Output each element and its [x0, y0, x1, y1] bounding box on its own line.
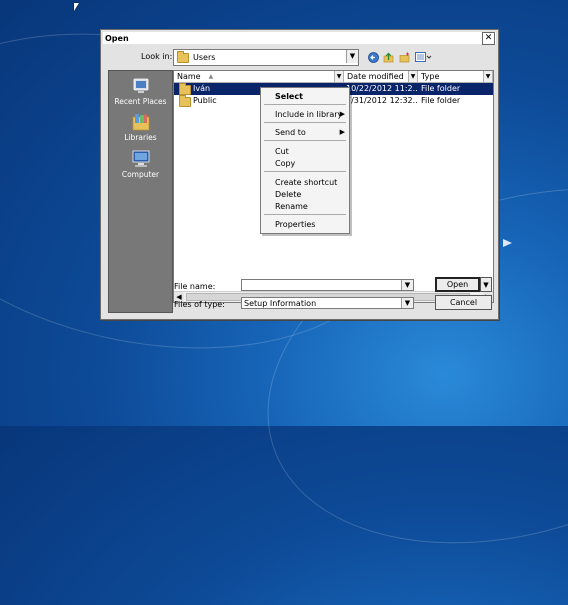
look-in-value: Users: [193, 53, 216, 62]
place-label: Libraries: [124, 133, 157, 142]
libraries-icon: [131, 113, 151, 131]
sort-ascending-icon: ▲: [208, 73, 214, 80]
column-header-type[interactable]: Type ▼: [418, 71, 493, 83]
menu-item-select[interactable]: Select: [261, 91, 349, 102]
title-bar[interactable]: Open ✕: [103, 32, 496, 45]
look-in-dropdown[interactable]: Users ▼: [173, 49, 359, 66]
menu-item-copy[interactable]: Copy: [261, 158, 349, 169]
context-menu: Select Include in library ▶ Send to ▶ Cut …: [260, 87, 350, 234]
chevron-down-icon[interactable]: ▼: [408, 71, 417, 82]
menu-item-rename[interactable]: Rename: [261, 201, 349, 212]
menu-separator: [264, 122, 346, 123]
submenu-arrow-icon: ▶: [339, 110, 345, 118]
back-icon[interactable]: [367, 51, 380, 63]
wallpaper-bird-shape: [503, 239, 512, 247]
chevron-down-icon[interactable]: ▼: [483, 71, 492, 82]
chevron-down-icon[interactable]: ▼: [401, 298, 413, 308]
menu-separator: [264, 104, 346, 105]
file-date-cell: 10/22/2012 11:2...: [346, 84, 417, 93]
open-button-label: Open: [446, 280, 469, 289]
column-name-label: Name: [177, 72, 201, 81]
open-options-button[interactable]: ▼: [480, 277, 492, 292]
chevron-down-icon: ▼: [483, 280, 489, 289]
files-of-type-value: Setup Information: [244, 298, 317, 308]
menu-item-delete[interactable]: Delete: [261, 189, 349, 200]
place-libraries[interactable]: Libraries: [109, 113, 172, 142]
close-button[interactable]: ✕: [482, 32, 495, 45]
menu-item-properties[interactable]: Properties: [261, 219, 349, 230]
column-header-date[interactable]: Date modified ▼: [344, 71, 418, 83]
places-bar: Recent Places Libraries Computer: [108, 70, 173, 313]
folder-icon: [179, 83, 191, 95]
file-date-cell: 7/31/2012 12:32...: [346, 96, 417, 105]
menu-item-create-shortcut[interactable]: Create shortcut: [261, 177, 349, 188]
recent-places-icon: [131, 77, 151, 95]
up-folder-icon[interactable]: [382, 51, 395, 63]
chevron-down-icon[interactable]: ▼: [334, 71, 343, 82]
dialog-title: Open: [105, 33, 129, 43]
computer-icon: [131, 150, 151, 168]
open-button[interactable]: Open: [435, 277, 480, 292]
files-of-type-label: Files of type:: [174, 300, 225, 309]
files-of-type-dropdown[interactable]: Setup Information ▼: [241, 297, 414, 309]
new-folder-icon[interactable]: [398, 51, 411, 63]
place-label: Computer: [121, 170, 160, 179]
menu-separator: [264, 171, 346, 172]
place-computer[interactable]: Computer: [109, 150, 172, 179]
menu-item-send-to[interactable]: Send to ▶: [261, 127, 349, 138]
folder-icon: [177, 50, 189, 63]
place-label: Recent Places: [114, 97, 167, 106]
menu-separator: [264, 214, 346, 215]
file-type-cell: File folder: [421, 96, 461, 105]
column-header-name[interactable]: Name ▲ ▼: [174, 71, 344, 83]
cancel-button[interactable]: Cancel: [435, 295, 492, 310]
chevron-down-icon[interactable]: ▼: [401, 280, 413, 290]
file-type-cell: File folder: [421, 84, 461, 93]
chevron-down-icon[interactable]: ▼: [346, 50, 358, 63]
look-in-label: Look in:: [141, 52, 173, 61]
column-date-label: Date modified: [347, 72, 404, 81]
menu-item-cut[interactable]: Cut: [261, 146, 349, 157]
view-menu-icon[interactable]: [414, 51, 432, 63]
cancel-button-label: Cancel: [449, 298, 478, 307]
place-recent-places[interactable]: Recent Places: [109, 77, 172, 106]
menu-item-include-in-library[interactable]: Include in library ▶: [261, 109, 349, 120]
submenu-arrow-icon: ▶: [339, 128, 345, 136]
file-name-field[interactable]: ▼: [241, 279, 414, 291]
file-name-label: File name:: [174, 282, 216, 291]
menu-separator: [264, 140, 346, 141]
folder-icon: [179, 95, 191, 107]
mouse-cursor: [74, 3, 79, 11]
column-type-label: Type: [421, 72, 440, 81]
